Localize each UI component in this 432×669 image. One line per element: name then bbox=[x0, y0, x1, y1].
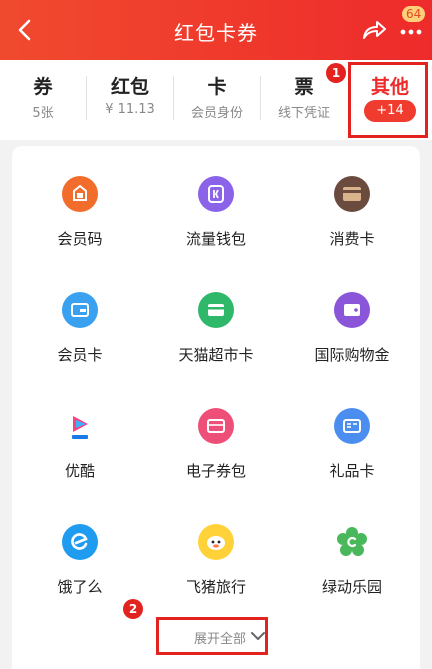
grid-item-label: 饿了么 bbox=[57, 578, 103, 596]
tab-other[interactable]: 其他 +14 bbox=[348, 60, 432, 140]
grid-item-fliggy[interactable]: 飞猪旅行 bbox=[148, 524, 284, 624]
grid-item-label: 会员卡 bbox=[57, 346, 103, 364]
grid-item-vip-card[interactable]: 会员卡 bbox=[12, 292, 148, 392]
tab-label: 红包 bbox=[110, 76, 149, 98]
grid-item-intl-shopping[interactable]: 国际购物金 bbox=[284, 292, 420, 392]
data-wallet-icon bbox=[198, 176, 234, 212]
vip-card-icon bbox=[62, 292, 98, 328]
youku-icon bbox=[62, 408, 98, 444]
chevron-down-icon bbox=[251, 632, 265, 640]
tab-card[interactable]: 卡 会员身份 bbox=[174, 60, 260, 140]
member-code-icon bbox=[62, 176, 98, 212]
consumption-card-icon bbox=[334, 176, 370, 212]
annotation-marker-1: 1 bbox=[326, 63, 346, 83]
tab-sub: 线下凭证 bbox=[277, 106, 330, 121]
grid-item-label: 飞猪旅行 bbox=[185, 578, 246, 596]
grid-item-label: 会员码 bbox=[57, 230, 103, 248]
grid-item-tmall-card[interactable]: 天猫超市卡 bbox=[148, 292, 284, 392]
grid-item-green-park[interactable]: 绿动乐园 bbox=[284, 524, 420, 624]
grid-item-label: 优酷 bbox=[64, 462, 95, 480]
grid-item-label: 国际购物金 bbox=[314, 346, 390, 364]
tab-label: 券 bbox=[33, 76, 53, 98]
count-pill: +14 bbox=[364, 100, 416, 122]
tmall-card-icon bbox=[198, 292, 234, 328]
expand-all-label: 展开全部 bbox=[194, 632, 247, 647]
grid-item-label: 绿动乐园 bbox=[321, 578, 382, 596]
grid-item-data-wallet[interactable]: 流量钱包 bbox=[148, 176, 284, 276]
wallet-icon bbox=[334, 292, 370, 328]
grid-item-label: 流量钱包 bbox=[185, 230, 246, 248]
grid-item-label: 消费卡 bbox=[329, 230, 375, 248]
app-header: 红包卡券 64 bbox=[0, 0, 432, 60]
grid-item-coupon-pack[interactable]: 电子券包 bbox=[148, 408, 284, 508]
message-count-badge: 64 bbox=[402, 6, 426, 22]
tab-sub: ¥ 11.13 bbox=[105, 102, 155, 117]
grid-item-consumption-card[interactable]: 消费卡 bbox=[284, 176, 420, 276]
share-icon[interactable] bbox=[358, 14, 390, 46]
tab-sub: 会员身份 bbox=[190, 106, 243, 121]
grid-item-label: 天猫超市卡 bbox=[178, 346, 254, 364]
grid-item-youku[interactable]: 优酷 bbox=[12, 408, 148, 508]
fliggy-icon bbox=[198, 524, 234, 560]
tab-coupon[interactable]: 券 5张 bbox=[0, 60, 86, 140]
grid-item-member-code[interactable]: 会员码 bbox=[12, 176, 148, 276]
category-tabs: 券 5张 红包 ¥ 11.13 卡 会员身份 票 线下凭证 其他 +14 bbox=[0, 60, 432, 140]
coupon-pack-icon bbox=[198, 408, 234, 444]
tab-label: 其他 bbox=[370, 76, 409, 98]
grid-item-label: 电子券包 bbox=[185, 462, 246, 480]
tab-label: 卡 bbox=[207, 76, 227, 98]
grid-item-label: 礼品卡 bbox=[329, 462, 375, 480]
gift-card-icon bbox=[334, 408, 370, 444]
card-grid-panel: 会员码 流量钱包 消费卡 会员卡 天猫超市卡 国际购物金 优酷 电子券包 礼品卡… bbox=[12, 146, 420, 669]
eleme-icon bbox=[62, 524, 98, 560]
tab-redpacket[interactable]: 红包 ¥ 11.13 bbox=[87, 60, 173, 140]
expand-all-button[interactable]: 展开全部 bbox=[182, 624, 272, 650]
green-park-icon bbox=[334, 524, 370, 560]
annotation-marker-2: 2 bbox=[123, 599, 143, 619]
grid-item-gift-card[interactable]: 礼品卡 bbox=[284, 408, 420, 508]
tab-sub: 5张 bbox=[32, 106, 54, 121]
